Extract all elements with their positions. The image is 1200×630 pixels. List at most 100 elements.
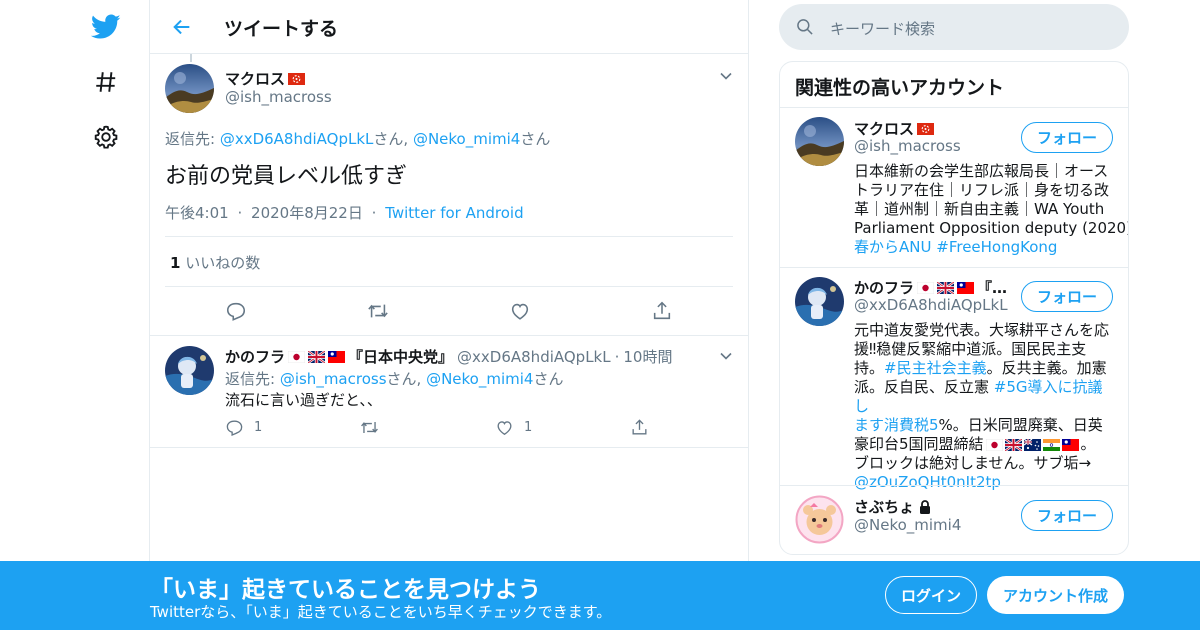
retweet-button[interactable]	[359, 418, 380, 437]
hashtag-link[interactable]: #民主社会主義	[884, 359, 987, 377]
account-name[interactable]: さぶちょ	[854, 496, 933, 517]
like-count: 1	[524, 420, 533, 435]
uk-flag-icon	[1004, 438, 1022, 451]
japan-flag-icon	[917, 281, 935, 294]
reply-author-handle[interactable]: @xxD6A8hdiAQpLkL	[457, 348, 611, 366]
honorific: さん	[533, 370, 564, 388]
reply-to-link[interactable]: @Neko_mimi4	[426, 370, 533, 388]
bio-line: トラリア在住｜リフレ派｜身を切る改	[854, 181, 1110, 199]
follow-button[interactable]: フォロー	[1021, 500, 1113, 531]
back-arrow-icon[interactable]	[168, 13, 196, 41]
author-handle[interactable]: @ish_macross	[225, 88, 332, 106]
reply-button[interactable]: 1	[225, 418, 262, 437]
taiwan-flag-icon	[957, 281, 975, 294]
reply-count: 1	[254, 420, 263, 435]
avatar[interactable]	[165, 346, 214, 395]
banner-subtitle: Twitterなら、「いま」起きていることをいち早くチェックできます。	[150, 603, 612, 621]
bio-text: 派。反自民、反立憲	[854, 378, 994, 396]
main-column: ツイートする マクロス @ish_macross 返信先: @xxD6A8hdi…	[149, 0, 749, 630]
like-icon	[497, 421, 512, 435]
account-bio: 元中道友愛党代表。大塚耕平さんを応 援‼稳健反緊縮中道派。国民民主支 持。#民主…	[854, 321, 1114, 492]
bio-text: 持。	[854, 359, 885, 377]
page-header: ツイートする	[150, 0, 748, 54]
bio-line: 元中道友愛党代表。大塚耕平さんを応	[854, 321, 1110, 339]
chevron-down-icon[interactable]	[718, 348, 734, 364]
reply-author-name-suffix: 『日本中央党』	[348, 348, 454, 366]
like-count: 1	[170, 254, 181, 272]
twitter-logo-icon[interactable]	[85, 6, 127, 48]
australia-flag-icon	[1023, 438, 1041, 451]
signup-button[interactable]: アカウント作成	[987, 576, 1124, 614]
reply-text: 流石に言い過ぎだと、、	[225, 391, 382, 409]
thread-connector	[190, 54, 192, 62]
gear-icon[interactable]	[85, 116, 127, 158]
divider	[780, 107, 1128, 108]
account-name[interactable]: かのフラ 『…	[854, 277, 1007, 298]
search-placeholder: キーワード検索	[830, 20, 936, 38]
search-input[interactable]: キーワード検索	[779, 4, 1129, 50]
bio-line: 日本維新の会学生部広報局長｜オース	[854, 162, 1109, 180]
reply-author-name-text: かのフラ	[225, 348, 286, 366]
signup-banner: 「いま」起きていることを見つけよう Twitterなら、「いま」起きていることを…	[0, 561, 1200, 630]
like-button[interactable]	[509, 300, 531, 322]
tweet-time[interactable]: 午後4:01	[165, 204, 229, 222]
like-button[interactable]: 1	[495, 418, 532, 437]
hk-flag-icon	[917, 122, 935, 135]
bio-line: 援‼稳健反緊縮中道派。国民民主支	[854, 340, 1087, 358]
retweet-button[interactable]	[366, 300, 390, 322]
japan-flag-icon	[288, 350, 306, 363]
reply-icon	[226, 420, 243, 436]
divider	[165, 236, 733, 237]
reply-to-link[interactable]: @Neko_mimi4	[413, 130, 520, 148]
chevron-down-icon[interactable]	[718, 68, 734, 84]
tweet-source-link[interactable]: Twitter for Android	[385, 204, 523, 222]
divider	[150, 447, 748, 448]
divider	[780, 485, 1128, 486]
account-handle[interactable]: @ish_macross	[854, 137, 961, 155]
share-button[interactable]	[651, 300, 673, 322]
reply-time[interactable]: 10時間	[623, 346, 672, 367]
divider	[780, 267, 1128, 268]
reply-button[interactable]	[225, 300, 247, 322]
page-title: ツイートする	[224, 18, 339, 40]
account-name-suffix: 『…	[977, 279, 1008, 297]
tweet-date[interactable]: 2020年8月22日	[251, 204, 363, 222]
reply-to-link[interactable]: @ish_macross	[280, 370, 387, 388]
login-button[interactable]: ログイン	[885, 576, 977, 614]
bio-text: %。日米同盟廃棄、日英	[938, 416, 1103, 434]
hashtag-icon[interactable]	[85, 61, 127, 103]
avatar[interactable]	[795, 277, 844, 326]
hashtag-link[interactable]: 春からANU	[854, 238, 931, 256]
share-icon	[632, 419, 647, 435]
hashtag-link[interactable]: #FreeHongKong	[936, 238, 1057, 256]
share-icon	[653, 301, 671, 320]
account-name-text: マクロス	[854, 120, 915, 138]
hk-flag-icon	[288, 72, 306, 85]
tweet-meta: 午後4:01 · 2020年8月22日 · Twitter for Androi…	[165, 204, 524, 222]
author-name[interactable]: マクロス	[225, 68, 306, 89]
avatar[interactable]	[795, 117, 844, 166]
account-bio: 日本維新の会学生部広報局長｜オース トラリア在住｜リフレ派｜身を切る改 革｜道州…	[854, 162, 1128, 257]
account-handle[interactable]: @xxD6A8hdiAQpLkL	[854, 296, 1008, 314]
mention-link[interactable]: @zOuZoQHt0nIt2tp	[854, 473, 1114, 492]
bio-line: 革｜道州制｜新自由主義｜WA Youth	[854, 200, 1105, 218]
reply-to-link[interactable]: @xxD6A8hdiAQpLkL	[220, 130, 374, 148]
retweet-icon	[360, 421, 379, 434]
left-navigation	[85, 0, 129, 630]
account-name-text: かのフラ	[854, 279, 915, 297]
share-button[interactable]	[630, 418, 649, 437]
uk-flag-icon	[308, 350, 326, 363]
avatar[interactable]	[165, 64, 214, 113]
account-name[interactable]: マクロス	[854, 118, 935, 139]
india-flag-icon	[1042, 438, 1060, 451]
account-handle[interactable]: @Neko_mimi4	[854, 516, 961, 534]
divider	[150, 335, 748, 336]
reply-author-name[interactable]: かのフラ 『日本中央党』	[225, 346, 453, 367]
hashtag-link[interactable]: ます消費税5	[854, 416, 939, 434]
bio-line: Parliament Opposition deputy (2020)	[854, 219, 1129, 237]
avatar[interactable]	[795, 495, 844, 544]
like-count-stat[interactable]: 1 いいねの数	[170, 252, 260, 273]
lock-icon	[920, 499, 931, 514]
follow-button[interactable]: フォロー	[1021, 281, 1113, 312]
follow-button[interactable]: フォロー	[1021, 122, 1113, 153]
